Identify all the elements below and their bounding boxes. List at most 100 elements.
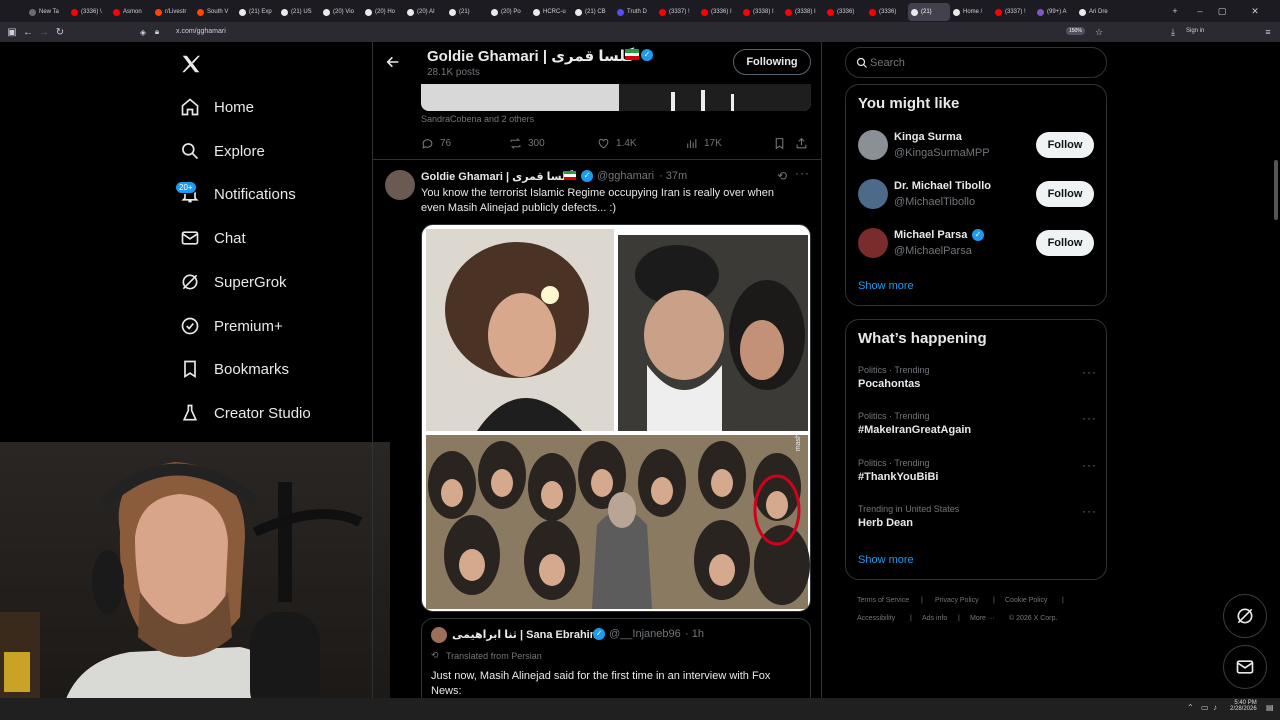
avatar[interactable] [858, 130, 888, 160]
sidebar-item-creator-studio[interactable]: Creator Studio [180, 403, 311, 423]
grok-icon[interactable]: ⟲ [777, 169, 787, 183]
footer-link-more[interactable]: More ··· [970, 615, 995, 622]
browser-tab[interactable]: South V [194, 3, 236, 21]
star-icon[interactable]: ☆ [1091, 24, 1107, 40]
follow-button[interactable]: Follow [1036, 230, 1094, 256]
browser-tab[interactable]: (20) Vio [320, 3, 362, 21]
browser-tab[interactable]: Ari Dre [1076, 3, 1118, 21]
back-arrow-icon[interactable] [385, 54, 401, 75]
search-input[interactable] [870, 54, 1090, 72]
sidebar-item-premium[interactable]: Premium+ [180, 316, 283, 336]
trend-item[interactable]: Politics · Trending #MakeIranGreatAgain … [858, 411, 1098, 436]
show-more-link[interactable]: Show more [858, 554, 914, 566]
post-author-handle[interactable]: @gghamari [597, 170, 654, 182]
browser-tab[interactable]: (3336) [866, 3, 908, 21]
reply-button[interactable]: 76 [421, 137, 451, 150]
post-author-name[interactable]: Goldie Ghamari | گلسا قمری [421, 170, 573, 183]
more-options-icon[interactable]: ··· [1082, 365, 1097, 379]
minimize-window-button[interactable]: – [1190, 0, 1210, 22]
browser-tab[interactable]: (20) AI [404, 3, 446, 21]
suggested-user[interactable]: Kinga Surma @KingaSurmaMPP Follow [858, 130, 1098, 162]
footer-link-cookies[interactable]: Cookie Policy [1005, 597, 1047, 604]
suggested-user[interactable]: Dr. Michael Tibollo @MichaelTibollo Foll… [858, 179, 1098, 211]
browser-tab[interactable]: (99+) A [1034, 3, 1076, 21]
liked-by-text[interactable]: SandraCobena and 2 others [421, 114, 534, 124]
lock-icon[interactable]: 🔒︎ [149, 24, 165, 40]
zoom-indicator[interactable]: 150% [1066, 27, 1085, 35]
page-scrollbar[interactable] [1274, 160, 1278, 220]
post-image-grid[interactable]: mash [421, 224, 811, 612]
post-time[interactable]: · 37m [659, 170, 687, 182]
x-logo-icon[interactable] [180, 53, 202, 80]
sidebar-item-chat[interactable]: Chat [180, 228, 246, 248]
browser-tab[interactable]: (3337) ! [992, 3, 1034, 21]
new-tab-button[interactable]: + [1160, 0, 1190, 22]
browser-tab[interactable]: Asmon [110, 3, 152, 21]
user-handle[interactable]: @MichaelParsa [894, 245, 972, 257]
follow-button[interactable]: Follow [1036, 181, 1094, 207]
grok-floating-button[interactable] [1223, 594, 1267, 638]
sidebar-item-bookmarks[interactable]: Bookmarks [180, 359, 289, 379]
browser-tab[interactable]: (3337) ! [656, 3, 698, 21]
footer-link-ads-info[interactable]: Ads info [922, 615, 947, 622]
browser-tab[interactable]: (20) Ho [362, 3, 404, 21]
trend-item[interactable]: Politics · Trending #ThankYouBiBi ··· [858, 458, 1098, 483]
sidebar-item-supergrok[interactable]: SuperGrok [180, 272, 287, 292]
quoted-post[interactable]: ثنا ابراهیمی | Sana Ebrahimi ✓ @__Injane… [421, 618, 811, 698]
browser-tab[interactable]: (3338) I [740, 3, 782, 21]
messages-floating-button[interactable] [1223, 645, 1267, 689]
more-options-icon[interactable]: ··· [1082, 504, 1097, 518]
user-handle[interactable]: @MichaelTibollo [894, 196, 975, 208]
avatar[interactable] [431, 627, 447, 643]
browser-tab[interactable]: r/Livestr [152, 3, 194, 21]
previous-post-image[interactable] [421, 84, 811, 111]
menu-icon[interactable]: ≡ [1260, 24, 1276, 40]
suggested-user[interactable]: Michael Parsa ✓ @MichaelParsa Follow [858, 228, 1098, 260]
close-window-button[interactable]: ✕ [1240, 0, 1270, 22]
back-arrow-icon[interactable]: ← [20, 24, 36, 40]
sign-in-button[interactable]: Sign in [1186, 28, 1204, 34]
browser-tab[interactable]: (20) Po [488, 3, 530, 21]
more-options-icon[interactable]: ··· [1082, 458, 1097, 472]
bookmark-button[interactable] [773, 137, 786, 150]
translated-label[interactable]: Translated from Persian [446, 651, 542, 661]
browser-tab[interactable]: (21) Exp [236, 3, 278, 21]
chevron-up-icon[interactable]: ⌃ [1187, 703, 1194, 712]
url-field[interactable]: x.com/gghamari [176, 28, 226, 35]
browser-tab[interactable]: (3336) \ [68, 3, 110, 21]
reload-icon[interactable]: ↻ [52, 24, 68, 40]
browser-tab[interactable]: (21) US [278, 3, 320, 21]
avatar[interactable] [858, 228, 888, 258]
browser-tab[interactable]: (21) [446, 3, 488, 21]
trend-item[interactable]: Trending in United States Herb Dean ··· [858, 504, 1098, 529]
clock[interactable]: 5:40 PM 2/28/2026 [1230, 700, 1257, 712]
browser-tab[interactable]: Home / [950, 3, 992, 21]
browser-tab[interactable]: (21) CB [572, 3, 614, 21]
sidebar-item-explore[interactable]: Explore [180, 141, 265, 161]
show-more-link[interactable]: Show more [858, 280, 914, 292]
restore-window-button[interactable]: ▢ [1212, 0, 1232, 22]
browser-tab[interactable]: HCRC-u [530, 3, 572, 21]
browser-tab[interactable]: Truth D [614, 3, 656, 21]
following-button[interactable]: Following [733, 49, 811, 75]
forward-arrow-icon[interactable]: → [36, 24, 52, 40]
browser-tab[interactable]: New Ta [26, 3, 68, 21]
user-name[interactable]: Dr. Michael Tibollo [894, 180, 991, 192]
follow-button[interactable]: Follow [1036, 132, 1094, 158]
browser-tab[interactable]: (3336) [824, 3, 866, 21]
download-icon[interactable]: ⤓ [1165, 24, 1181, 40]
trend-item[interactable]: Politics · Trending Pocahontas ··· [858, 365, 1098, 390]
views-button[interactable]: 17K [685, 137, 722, 150]
more-options-icon[interactable]: ··· [1082, 411, 1097, 425]
search-box[interactable] [845, 47, 1107, 78]
sidebar-item-home[interactable]: Home [180, 97, 254, 117]
sidebar-toggle-icon[interactable]: ▣ [4, 24, 20, 40]
notification-icon[interactable]: ▤ [1266, 703, 1274, 712]
repost-button[interactable]: 300 [509, 137, 545, 150]
avatar[interactable] [858, 179, 888, 209]
volume-icon[interactable]: ♪ [1213, 703, 1217, 712]
browser-tab[interactable]: (3338) I [782, 3, 824, 21]
footer-link-terms[interactable]: Terms of Service [857, 597, 909, 604]
main-timeline[interactable]: Goldie Ghamari | گلسا قمری ✓ 28.1K posts… [372, 42, 822, 698]
user-name[interactable]: Kinga Surma [894, 131, 962, 143]
